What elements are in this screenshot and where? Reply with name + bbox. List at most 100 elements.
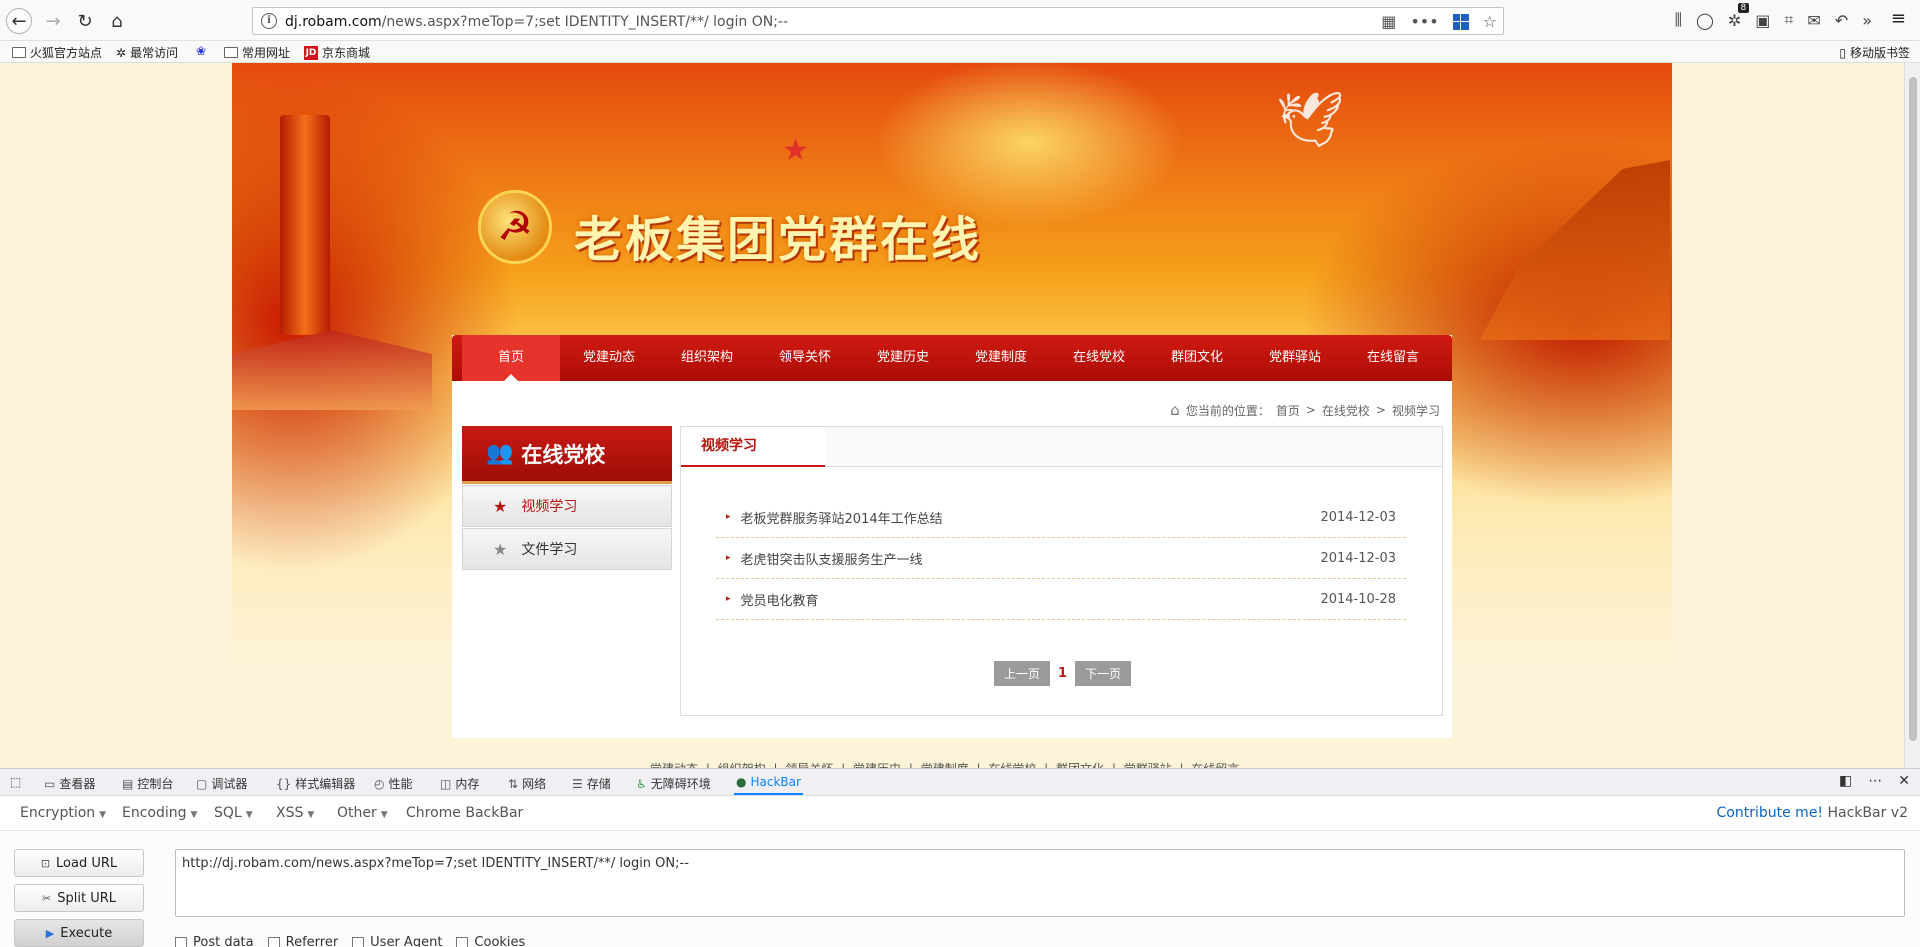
menu-other[interactable]: Other ▼ <box>337 805 388 821</box>
crop-icon[interactable]: ⌗ <box>1784 10 1793 30</box>
reload-button[interactable]: ↻ <box>72 8 98 34</box>
dock-icon[interactable]: ◧ <box>1839 773 1852 789</box>
play-icon: ▶ <box>45 926 55 940</box>
bookmark-most-visited[interactable]: ✲ 最常访问 <box>116 44 178 61</box>
menu-encryption[interactable]: Encryption ▼ <box>20 805 106 821</box>
nav-party-news[interactable]: 党建动态 <box>560 335 658 381</box>
bookmark-common-sites[interactable]: 常用网址 <box>224 44 290 61</box>
bookmark-baidu[interactable]: ❀ <box>196 44 206 58</box>
news-title[interactable]: 党员电化教育 <box>741 590 819 609</box>
element-picker-icon[interactable]: ⬚ <box>10 775 21 789</box>
arrow-left-icon: ← <box>11 10 27 32</box>
button-label: Split URL <box>57 890 116 906</box>
load-url-button[interactable]: ⊡ Load URL <box>14 849 144 877</box>
tab-memory[interactable]: ◫ 内存 <box>440 775 479 792</box>
bookmark-firefox-site[interactable]: 火狐官方站点 <box>12 44 102 61</box>
nav-online-school[interactable]: 在线党校 <box>1050 335 1148 381</box>
star-icon: ★ <box>493 539 508 559</box>
menu-xss[interactable]: XSS ▼ <box>276 805 314 821</box>
user-agent-checkbox[interactable]: User Agent <box>352 935 442 947</box>
page-scrollbar[interactable] <box>1904 63 1920 768</box>
mobile-bookmarks[interactable]: ▯ 移动版书签 <box>1839 44 1910 61</box>
tab-storage[interactable]: ☰ 存储 <box>572 775 611 792</box>
news-title[interactable]: 老板党群服务驿站2014年工作总结 <box>741 508 943 527</box>
tab-hackbar[interactable]: ● HackBar <box>734 775 803 795</box>
home-button[interactable]: ⌂ <box>104 8 130 34</box>
checkbox-box[interactable] <box>267 936 280 947</box>
sync-icon[interactable]: ◯ <box>1696 11 1714 30</box>
nav-home[interactable]: 首页 <box>462 335 560 381</box>
checkbox-box[interactable] <box>456 936 469 947</box>
tab-inspector[interactable]: ▭ 查看器 <box>44 775 95 792</box>
windows-logo-icon[interactable] <box>1452 13 1469 30</box>
network-icon: ⇅ <box>508 776 519 791</box>
tab-label: 内存 <box>455 777 480 791</box>
list-item[interactable]: ▸ 党员电化教育 2014-10-28 <box>716 579 1406 620</box>
url-bar[interactable]: i dj.robam.com/news.aspx?meTop=7;set IDE… <box>252 7 1504 35</box>
chrome-backbar-link[interactable]: Chrome BackBar <box>406 805 523 821</box>
sidebar-item-video-learning[interactable]: ★ 视频学习 <box>462 485 672 527</box>
news-title[interactable]: 老虎钳突击队支援服务生产一线 <box>741 549 923 568</box>
more-options-icon[interactable]: ⋯ <box>1868 773 1882 789</box>
breadcrumb-home[interactable]: 首页 <box>1276 402 1300 419</box>
caret-down-icon: ▼ <box>307 810 315 820</box>
chat-icon[interactable]: ✉ <box>1807 11 1820 30</box>
phone-icon: ▯ <box>1839 45 1846 60</box>
scrollbar-thumb[interactable] <box>1909 77 1917 741</box>
menu-sql[interactable]: SQL ▼ <box>214 805 253 821</box>
checkbox-box[interactable] <box>352 936 365 947</box>
nav-message[interactable]: 在线留言 <box>1344 335 1442 381</box>
overflow-chevron-icon[interactable]: » <box>1862 11 1872 30</box>
tab-network[interactable]: ⇅ 网络 <box>508 775 546 792</box>
forward-button[interactable]: → <box>40 8 66 34</box>
post-data-checkbox[interactable]: Post data <box>175 935 254 947</box>
back-button[interactable]: ← <box>6 8 32 34</box>
hackbar-url-input[interactable]: http://dj.robam.com/news.aspx?meTop=7;se… <box>175 849 1905 917</box>
nav-group-culture[interactable]: 群团文化 <box>1148 335 1246 381</box>
undo-icon[interactable]: ↶ <box>1835 11 1848 30</box>
cookies-checkbox[interactable]: Cookies <box>456 935 525 947</box>
nav-party-history[interactable]: 党建历史 <box>854 335 952 381</box>
tab-style-editor[interactable]: {} 样式编辑器 <box>276 775 355 792</box>
arrow-right-icon: → <box>45 10 61 32</box>
menu-encoding[interactable]: Encoding ▼ <box>122 805 197 821</box>
extension-icon[interactable]: ✲ 8 <box>1728 2 1750 30</box>
execute-button[interactable]: ▶ Execute <box>14 919 144 947</box>
nav-organization[interactable]: 组织架构 <box>658 335 756 381</box>
list-item[interactable]: ▸ 老板党群服务驿站2014年工作总结 2014-12-03 <box>716 497 1406 538</box>
qr-code-icon[interactable]: ▦ <box>1381 12 1396 31</box>
pagination: 上一页 1 下一页 <box>994 661 1132 686</box>
nav-service-station[interactable]: 党群驿站 <box>1246 335 1344 381</box>
contribute-link[interactable]: Contribute me! <box>1717 805 1824 821</box>
nav-party-rules[interactable]: 党建制度 <box>952 335 1050 381</box>
menu-icon[interactable]: ≡ <box>1891 8 1906 29</box>
tab-accessibility[interactable]: ♿ 无障碍环境 <box>636 775 711 792</box>
reload-icon: ↻ <box>77 10 93 32</box>
bookmark-star-icon[interactable]: ☆ <box>1483 12 1497 31</box>
breadcrumb-current[interactable]: 视频学习 <box>1392 402 1440 419</box>
bookmark-jd[interactable]: JD 京东商城 <box>304 44 370 61</box>
nav-leadership-care[interactable]: 领导关怀 <box>756 335 854 381</box>
hackbar-options: Post data Referrer User Agent Cookies <box>175 935 525 947</box>
prev-page-button[interactable]: 上一页 <box>994 661 1051 686</box>
hackbar-version: HackBar v2 <box>1827 805 1909 821</box>
library-icon[interactable]: ⫼ <box>1675 10 1682 30</box>
tab-console[interactable]: ▤ 控制台 <box>122 775 173 792</box>
breadcrumb-level1[interactable]: 在线党校 <box>1322 402 1370 419</box>
site-info-icon[interactable]: i <box>261 13 277 29</box>
close-icon[interactable]: ✕ <box>1898 773 1910 789</box>
referrer-checkbox[interactable]: Referrer <box>267 935 338 947</box>
tab-video-learning[interactable]: 视频学习 <box>681 427 825 467</box>
tab-performance[interactable]: ◴ 性能 <box>374 775 413 792</box>
tab-label: 网络 <box>522 777 547 791</box>
list-item[interactable]: ▸ 老虎钳突击队支援服务生产一线 2014-12-03 <box>716 538 1406 579</box>
more-actions-icon[interactable]: ••• <box>1410 12 1438 31</box>
next-page-button[interactable]: 下一页 <box>1075 661 1132 686</box>
split-url-button[interactable]: ✂ Split URL <box>14 884 144 912</box>
url-text[interactable]: dj.robam.com/news.aspx?meTop=7;set IDENT… <box>285 14 788 30</box>
extension-badge: 8 <box>1737 2 1750 13</box>
sidebar-icon[interactable]: ▣ <box>1755 11 1770 30</box>
checkbox-box[interactable] <box>175 936 187 947</box>
sidebar-item-document-learning[interactable]: ★ 文件学习 <box>462 528 672 570</box>
tab-debugger[interactable]: ▢ 调试器 <box>196 775 247 792</box>
